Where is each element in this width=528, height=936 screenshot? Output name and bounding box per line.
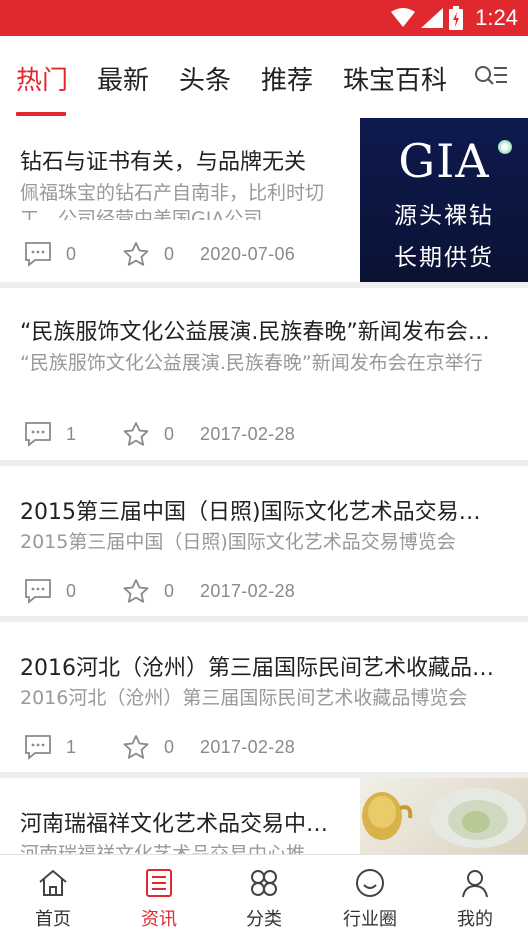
teapot-image: [362, 788, 526, 848]
article-title: 河南瑞福祥文化艺术品交易中心推: [20, 812, 342, 837]
article-card[interactable]: 2015第三届中国（日照)国际文化艺术品交易博览会 2015第三届中国（日照)国…: [0, 466, 528, 616]
comment-icon[interactable]: [24, 241, 52, 267]
tab-recommended[interactable]: 推荐: [261, 60, 313, 97]
nav-item-profile[interactable]: 我的: [422, 855, 528, 936]
comment-icon[interactable]: [24, 734, 52, 760]
article-date: 2017-02-28: [200, 736, 296, 757]
tab-menu-icon[interactable]: [474, 62, 508, 90]
favorite-count: 0: [164, 423, 175, 444]
article-summary: 佩福珠宝的钻石产自南非，比利时切工，公司经营中美国GIA公司: [20, 182, 325, 220]
profile-icon: [462, 870, 488, 898]
thumbnail-line-1: 源头裸钻: [394, 203, 494, 229]
article-date: 2020-07-06: [200, 243, 296, 264]
tab-hot[interactable]: 热门: [16, 60, 68, 97]
wifi-icon: [391, 8, 416, 27]
nav-label: 资讯: [141, 909, 177, 930]
article-title: 钻石与证书有关，与品牌无关: [20, 150, 307, 175]
status-icons: 1:24: [391, 0, 518, 36]
nav-item-industry-circle[interactable]: 行业圈: [317, 855, 423, 936]
circle-icon: [356, 869, 384, 897]
nav-label: 行业圈: [343, 909, 397, 930]
article-thumbnail: GIA 源头裸钻 长期供货: [360, 118, 528, 282]
nav-item-news[interactable]: 资讯: [106, 855, 212, 936]
active-tab-indicator: [16, 112, 66, 116]
article-summary: “民族服饰文化公益展演.民族春晚”新闻发布会在京举行: [20, 352, 483, 374]
article-meta: 0 0 2017-02-28: [24, 576, 295, 606]
article-summary: 2016河北（沧州）第三届国际民间艺术收藏品博览会: [20, 687, 468, 709]
comment-icon[interactable]: [24, 578, 52, 604]
comment-count: 1: [66, 423, 77, 444]
star-icon[interactable]: [122, 241, 150, 267]
comment-count: 0: [66, 243, 77, 264]
article-card[interactable]: 河南瑞福祥文化艺术品交易中心推 河南瑞福祥文化艺术品交易中心推: [0, 778, 528, 854]
tab-headlines[interactable]: 头条: [179, 60, 231, 97]
article-card[interactable]: 钻石与证书有关，与品牌无关 佩福珠宝的钻石产自南非，比利时切工，公司经营中美国G…: [0, 118, 528, 282]
nav-item-home[interactable]: 首页: [0, 855, 106, 936]
news-icon: [146, 869, 172, 897]
bottom-navigation: 首页 资讯 分类 行业圈 我的: [0, 854, 528, 936]
thumbnail-line-2: 长期供货: [394, 245, 494, 271]
article-title: “民族服饰文化公益展演.民族春晚”新闻发布会在京举行: [20, 320, 510, 345]
tab-jewelry-encyclopedia[interactable]: 珠宝百科: [343, 60, 447, 97]
article-card[interactable]: 2016河北（沧州）第三届国际民间艺术收藏品博览会 2016河北（沧州）第三届国…: [0, 622, 528, 772]
favorite-count: 0: [164, 736, 175, 757]
nav-label: 我的: [457, 909, 493, 930]
article-card[interactable]: “民族服饰文化公益展演.民族春晚”新闻发布会在京举行 “民族服饰文化公益展演.民…: [0, 288, 528, 460]
category-icon: [251, 870, 277, 896]
article-title: 2015第三届中国（日照)国际文化艺术品交易博览会: [20, 500, 496, 525]
article-date: 2017-02-28: [200, 423, 296, 444]
tab-latest[interactable]: 最新: [97, 60, 149, 97]
status-bar: 1:24: [0, 0, 528, 36]
article-meta: 1 0 2017-02-28: [24, 419, 295, 449]
article-title: 2016河北（沧州）第三届国际民间艺术收藏品博览会: [20, 656, 512, 681]
favorite-count: 0: [164, 243, 175, 264]
category-tab-bar: 热门 最新 头条 推荐 珠宝百科: [0, 36, 528, 118]
nav-label: 首页: [35, 909, 71, 930]
favorite-count: 0: [164, 580, 175, 601]
article-thumbnail: [360, 778, 528, 854]
article-summary: 河南瑞福祥文化艺术品交易中心推: [20, 843, 306, 854]
star-icon[interactable]: [122, 578, 150, 604]
article-meta: 0 0 2020-07-06: [24, 239, 295, 269]
battery-icon: [449, 6, 464, 30]
star-icon[interactable]: [122, 734, 150, 760]
star-icon[interactable]: [122, 421, 150, 447]
nav-label: 分类: [246, 909, 282, 930]
nav-item-category[interactable]: 分类: [211, 855, 317, 936]
article-meta: 1 0 2017-02-28: [24, 732, 295, 762]
comment-count: 1: [66, 736, 77, 757]
home-icon: [39, 869, 67, 896]
comment-icon[interactable]: [24, 421, 52, 447]
article-date: 2017-02-28: [200, 580, 296, 601]
diamond-icon: [498, 140, 512, 154]
article-summary: 2015第三届中国（日照)国际文化艺术品交易博览会: [20, 531, 456, 553]
signal-icon: [421, 8, 444, 28]
comment-count: 0: [66, 580, 77, 601]
status-time: 1:24: [475, 5, 518, 30]
news-feed: 钻石与证书有关，与品牌无关 佩福珠宝的钻石产自南非，比利时切工，公司经营中美国G…: [0, 118, 528, 854]
